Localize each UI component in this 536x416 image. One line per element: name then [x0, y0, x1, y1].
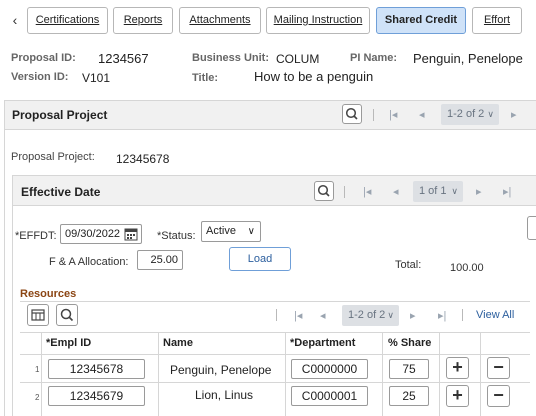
proposal-project-pager[interactable]: 1-2 of 2 ∨ — [441, 104, 499, 125]
effdt-label: *EFFDT: — [15, 230, 57, 242]
tab-shared-credit[interactable]: Shared Credit — [376, 7, 466, 34]
resources-title: Resources — [20, 288, 77, 300]
effective-date-panel: Effective Date |◂ ◂ 1 of 1 ∨ ▸ ▸| — [12, 175, 536, 416]
grid-column-divider — [41, 332, 42, 416]
tab-bar: ‹ Certifications Reports Attachments Mai… — [0, 0, 536, 38]
business-unit-label: Business Unit: — [192, 52, 270, 64]
column-header-name: Name — [163, 337, 193, 349]
empl-id-field[interactable]: 12345679 — [48, 386, 145, 406]
row-number: 1 — [35, 365, 40, 374]
share-field[interactable]: 75 — [389, 359, 429, 379]
row-name: Lion, Linus — [195, 388, 254, 402]
first-page-icon[interactable]: |◂ — [363, 185, 371, 199]
search-icon[interactable] — [314, 181, 334, 201]
delete-row-icon[interactable]: − — [487, 357, 510, 379]
effective-date-title: Effective Date — [21, 185, 101, 199]
effective-date-header: Effective Date |◂ ◂ 1 of 1 ∨ ▸ ▸| — [13, 176, 536, 206]
view-all-link[interactable]: View All — [476, 309, 514, 321]
tab-attachments[interactable]: Attachments — [179, 7, 261, 34]
status-select[interactable]: Active ∨ — [201, 221, 261, 242]
load-button[interactable]: Load — [229, 247, 291, 271]
grid-header-border — [20, 354, 530, 355]
calendar-icon[interactable] — [124, 227, 138, 247]
effective-date-pager[interactable]: 1 of 1 ∨ — [413, 181, 463, 202]
proposal-id-value: 1234567 — [98, 51, 149, 66]
previous-icon[interactable]: ◂ — [320, 309, 326, 323]
tab-mailing-instruction[interactable]: Mailing Instruction — [266, 7, 370, 34]
tab-certifications[interactable]: Certifications — [27, 7, 108, 34]
tab-reports[interactable]: Reports — [113, 7, 173, 34]
search-icon[interactable] — [342, 104, 362, 124]
version-id-label: Version ID: — [11, 71, 69, 83]
add-row-icon[interactable]: + — [446, 357, 469, 379]
business-unit-value: COLUM — [276, 52, 320, 66]
add-row-icon[interactable]: + — [446, 385, 469, 407]
grid-top-border — [20, 332, 530, 333]
grid-column-divider — [382, 332, 383, 416]
effdt-field[interactable]: 09/30/2022 — [60, 224, 142, 244]
fa-allocation-label: F & A Allocation: — [49, 256, 129, 268]
toolbar-separator — [344, 186, 345, 198]
total-label: Total: — [395, 259, 422, 271]
resources-divider — [20, 301, 530, 302]
first-page-icon[interactable]: |◂ — [294, 309, 302, 323]
grid-row-border — [20, 382, 530, 383]
proposal-project-header: Proposal Project |◂ ◂ 1-2 of 2 ∨ ▸ — [5, 101, 536, 130]
total-value: 100.00 — [450, 262, 484, 274]
fa-allocation-field[interactable]: 25.00 — [137, 250, 183, 270]
chevron-left-icon[interactable]: ‹ — [8, 12, 22, 28]
grid-settings-icon[interactable] — [27, 304, 49, 326]
version-id-value: V101 — [82, 71, 111, 85]
last-page-icon[interactable]: ▸| — [503, 185, 511, 199]
grid-column-divider — [480, 332, 481, 416]
search-icon[interactable] — [56, 304, 78, 326]
resources-pager[interactable]: 1-2 of 2 ∨ — [342, 305, 399, 326]
title-label: Title: — [192, 72, 219, 84]
proposal-project-title: Proposal Project — [12, 108, 108, 122]
delete-row-icon[interactable]: − — [487, 385, 510, 407]
column-header-share: % Share — [388, 337, 432, 349]
first-page-icon[interactable]: |◂ — [389, 108, 397, 122]
previous-icon[interactable]: ◂ — [419, 108, 425, 122]
collapsed-side-button[interactable] — [527, 216, 536, 240]
toolbar-separator — [373, 109, 374, 121]
proposal-project-label: Proposal Project: — [11, 151, 95, 163]
proposal-id-label: Proposal ID: — [11, 52, 76, 64]
column-header-department: *Department — [290, 337, 356, 349]
grid-column-divider — [158, 332, 159, 416]
row-number: 2 — [35, 393, 40, 402]
grid-column-divider — [439, 332, 440, 416]
share-field[interactable]: 25 — [389, 386, 429, 406]
next-icon[interactable]: ▸ — [511, 108, 517, 122]
previous-icon[interactable]: ◂ — [393, 185, 399, 199]
grid-column-divider — [285, 332, 286, 416]
department-field[interactable]: C0000000 — [291, 359, 368, 379]
next-icon[interactable]: ▸ — [476, 185, 482, 199]
pi-name-label: PI Name: — [350, 52, 398, 64]
tab-effort[interactable]: Effort — [472, 7, 522, 34]
row-name: Penguin, Penelope — [170, 363, 272, 377]
department-field[interactable]: C0000001 — [291, 386, 368, 406]
last-page-icon[interactable]: ▸| — [438, 309, 446, 323]
pi-name-value: Penguin, Penelope — [413, 51, 523, 66]
column-header-empl-id: *Empl ID — [46, 337, 92, 349]
chevron-down-icon: ∨ — [247, 226, 255, 237]
title-value: How to be a penguin — [254, 69, 374, 84]
status-label: *Status: — [157, 230, 196, 242]
proposal-project-value: 12345678 — [116, 152, 170, 166]
toolbar-separator — [462, 309, 463, 321]
empl-id-field[interactable]: 12345678 — [48, 359, 145, 379]
toolbar-separator — [276, 309, 277, 321]
next-icon[interactable]: ▸ — [410, 309, 416, 323]
